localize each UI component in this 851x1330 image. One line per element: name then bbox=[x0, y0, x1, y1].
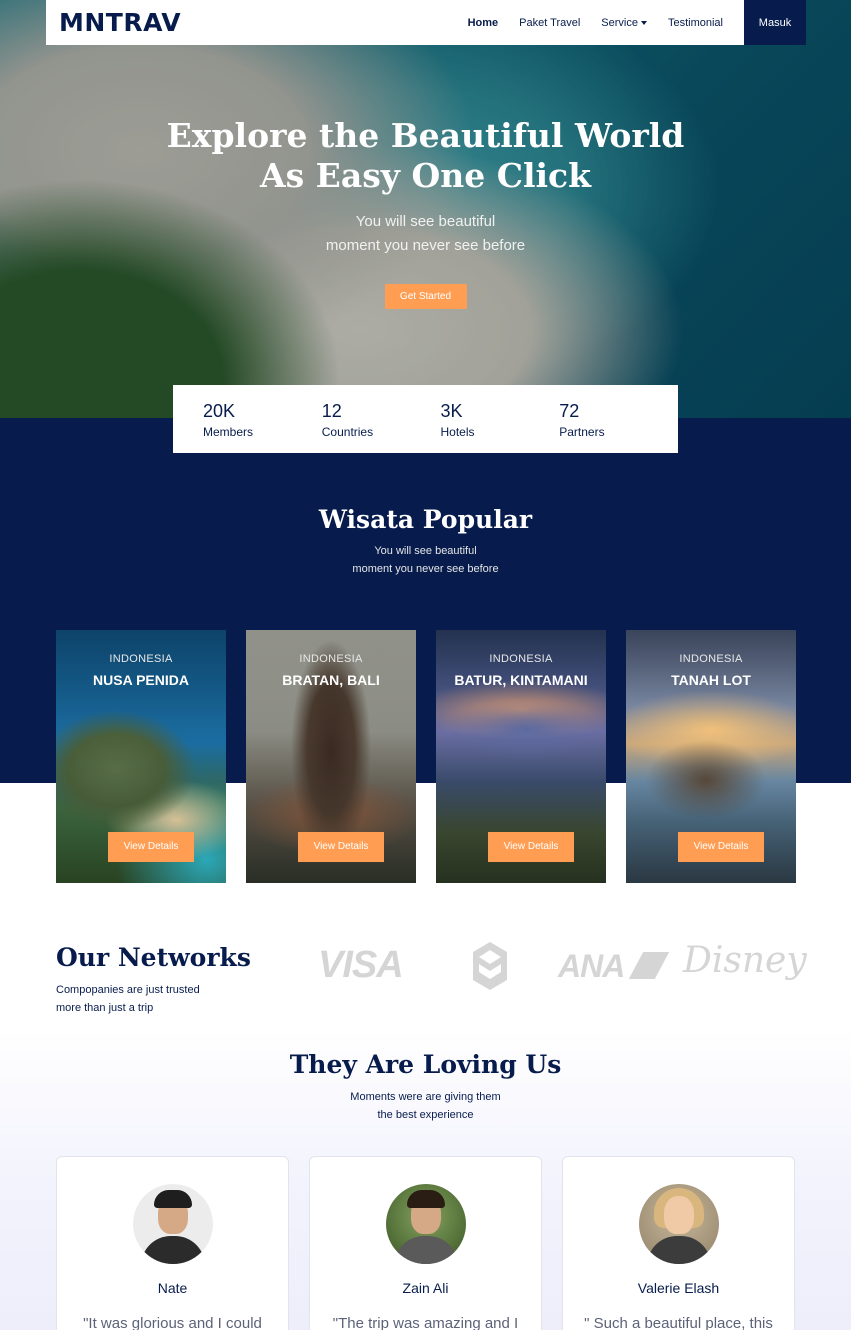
hero-title-line2: As Easy One Click bbox=[260, 156, 591, 195]
view-details-button[interactable]: View Details bbox=[488, 832, 574, 862]
card-country: INDONESIA bbox=[679, 653, 743, 665]
testimonial-cards: Nate "It was glorious and I could Zain A… bbox=[56, 1156, 795, 1330]
nav-link-service-dropdown[interactable]: Service bbox=[601, 17, 647, 29]
hero-title-line1: Explore the Beautiful World bbox=[166, 116, 685, 155]
popular-subtitle: You will see beautiful moment you never … bbox=[0, 542, 851, 578]
testimonial-card: Valerie Elash " Such a beautiful place, … bbox=[562, 1156, 795, 1330]
stat-countries: 12 Countries bbox=[322, 385, 441, 453]
networks-sub-line1: Compopanies are just trusted bbox=[56, 984, 200, 996]
card-title: BRATAN, BALI bbox=[282, 672, 380, 688]
disney-logo: Disney bbox=[683, 940, 807, 981]
avatar-body bbox=[141, 1236, 205, 1264]
hero-content: Explore the Beautiful World As Easy One … bbox=[0, 116, 851, 309]
testimonial-quote: "It was glorious and I could bbox=[83, 1315, 262, 1330]
avatar-hair bbox=[154, 1190, 192, 1208]
stat-label: Hotels bbox=[440, 425, 475, 439]
testimonial-card: Nate "It was glorious and I could bbox=[56, 1156, 289, 1330]
stat-value: 20K bbox=[203, 401, 236, 421]
card-country: INDONESIA bbox=[299, 653, 363, 665]
popular-sub-line1: You will see beautiful bbox=[374, 545, 477, 557]
networks-sub-line2: more than just a trip bbox=[56, 1002, 154, 1014]
hero-title: Explore the Beautiful World As Easy One … bbox=[0, 116, 851, 196]
partner-logos: VISA ANA Disney bbox=[318, 940, 807, 995]
destination-card-nusa-penida[interactable]: INDONESIA NUSA PENIDA View Details bbox=[56, 630, 226, 883]
card-title: NUSA PENIDA bbox=[93, 672, 189, 688]
ana-logo-mark bbox=[628, 952, 670, 979]
chevron-down-icon bbox=[640, 20, 647, 25]
popular-title: Wisata Popular bbox=[318, 505, 533, 534]
testimonial-name: Zain Ali bbox=[402, 1280, 449, 1296]
view-details-button[interactable]: View Details bbox=[108, 832, 194, 862]
avatar-face bbox=[664, 1196, 694, 1234]
destination-card-tanah-lot[interactable]: INDONESIA TANAH LOT View Details bbox=[626, 630, 796, 883]
destination-card-batur-kintamani[interactable]: INDONESIA BATUR, KINTAMANI View Details bbox=[436, 630, 606, 883]
view-details-button[interactable]: View Details bbox=[298, 832, 384, 862]
popular-sub-line2: moment you never see before bbox=[352, 563, 499, 575]
stat-partners: 72 Partners bbox=[559, 385, 678, 453]
nav-link-service-label: Service bbox=[601, 16, 638, 29]
avatar-body bbox=[647, 1236, 711, 1264]
hero-subtitle: You will see beautiful moment you never … bbox=[0, 210, 851, 258]
login-button[interactable]: Masuk bbox=[744, 0, 806, 45]
shield-logo-icon bbox=[473, 942, 507, 990]
hero-sub-line2: moment you never see before bbox=[325, 237, 526, 254]
nav-link-home[interactable]: Home bbox=[468, 17, 499, 29]
stat-label: Members bbox=[203, 425, 254, 439]
visa-logo: VISA bbox=[318, 944, 404, 986]
stat-value: 3K bbox=[440, 401, 463, 421]
nav-link-testimonial[interactable]: Testimonial bbox=[668, 17, 723, 29]
card-country: INDONESIA bbox=[109, 653, 173, 665]
brand-logo[interactable]: MNTRAV bbox=[59, 8, 181, 37]
testimonials-subtitle: Moments were are giving them the best ex… bbox=[0, 1088, 851, 1124]
testimonial-name: Nate bbox=[157, 1280, 188, 1296]
ana-logo: ANA bbox=[558, 948, 625, 984]
nav-link-paket-travel[interactable]: Paket Travel bbox=[519, 17, 580, 29]
stat-value: 12 bbox=[321, 401, 342, 421]
destination-card-bratan-bali[interactable]: INDONESIA BRATAN, BALI View Details bbox=[246, 630, 416, 883]
testimonial-name: Valerie Elash bbox=[637, 1280, 720, 1296]
stat-value: 72 bbox=[559, 401, 580, 421]
stat-label: Countries bbox=[321, 425, 374, 439]
destination-cards: INDONESIA NUSA PENIDA View Details INDON… bbox=[56, 630, 796, 883]
networks-subtitle: Compopanies are just trusted more than j… bbox=[56, 981, 200, 1017]
avatar bbox=[639, 1184, 719, 1264]
card-title: TANAH LOT bbox=[671, 672, 751, 688]
testimonials-title: They Are Loving Us bbox=[289, 1050, 562, 1079]
networks-title: Our Networks bbox=[56, 943, 251, 972]
testimonial-quote: "The trip was amazing and I bbox=[332, 1315, 519, 1330]
navbar: MNTRAV Home Paket Travel Service Testimo… bbox=[46, 0, 806, 45]
get-started-button[interactable]: Get Started bbox=[384, 284, 467, 309]
testimonial-card: Zain Ali "The trip was amazing and I bbox=[309, 1156, 542, 1330]
stat-members: 20K Members bbox=[203, 385, 322, 453]
hero-sub-line1: You will see beautiful bbox=[355, 213, 496, 230]
stats-bar: 20K Members 12 Countries 3K Hotels 72 Pa… bbox=[173, 385, 678, 453]
testimonial-quote: " Such a beautiful place, this bbox=[584, 1315, 773, 1330]
stat-hotels: 3K Hotels bbox=[441, 385, 560, 453]
avatar bbox=[133, 1184, 213, 1264]
card-country: INDONESIA bbox=[489, 653, 553, 665]
view-details-button[interactable]: View Details bbox=[678, 832, 764, 862]
testimonials-sub-line2: the best experience bbox=[377, 1109, 474, 1121]
card-title: BATUR, KINTAMANI bbox=[454, 672, 588, 688]
hero-section: Explore the Beautiful World As Easy One … bbox=[0, 0, 851, 418]
avatar-hair bbox=[407, 1190, 445, 1208]
stat-label: Partners bbox=[559, 425, 605, 439]
nav-links: Home Paket Travel Service Testimonial bbox=[468, 0, 723, 45]
avatar-body bbox=[394, 1236, 458, 1264]
testimonials-sub-line1: Moments were are giving them bbox=[350, 1091, 501, 1103]
avatar bbox=[386, 1184, 466, 1264]
